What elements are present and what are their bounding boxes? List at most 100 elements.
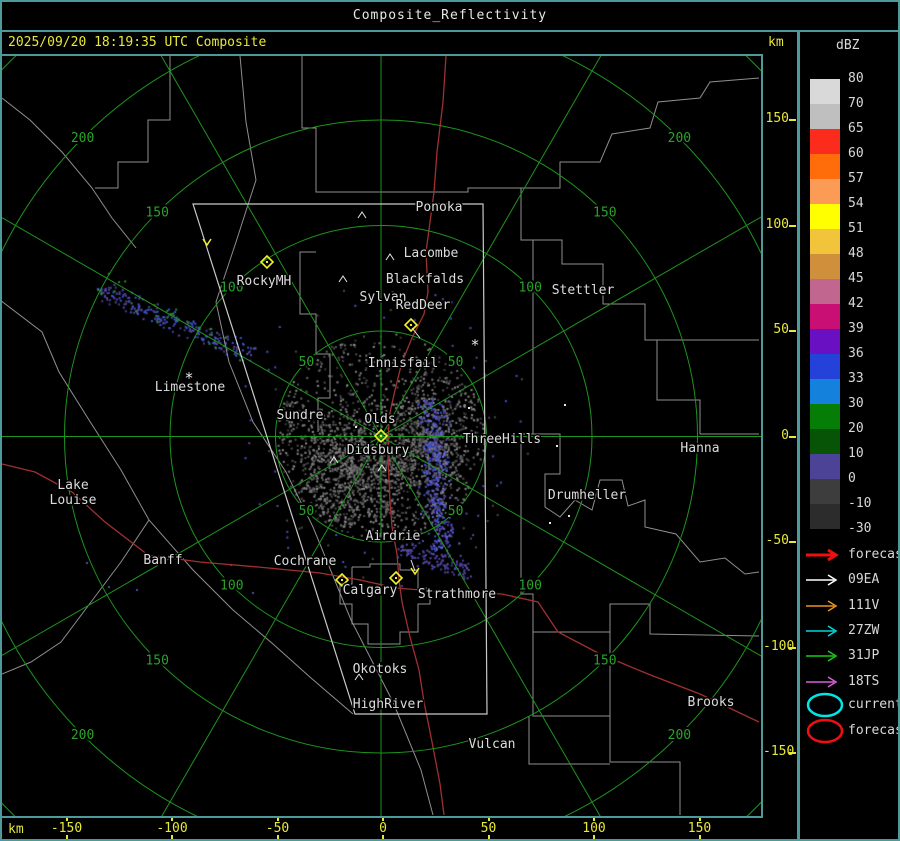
legend-panel: dBZ 80 70 65 60 57 54 51 48 45 42 39 36 33 30 20 10 0 -10… [800,32,898,839]
city-label: RedDeer [396,298,451,313]
right-axis-tick-label: 0 [781,427,789,443]
bottom-axis-tick-label: 50 [480,821,497,836]
radar-map[interactable]: 50 50 50 50 100 100 100 100 150 150 150 150 200 200 20… [2,54,763,818]
point-marker [355,426,357,428]
city-label: Okotoks [353,662,408,677]
asterisk-marker: * [470,336,479,354]
city-label: Brooks [688,695,735,710]
colorscale-block [810,304,840,329]
colorscale-value-label: 30 [848,396,864,411]
city-label: Vulcan [469,737,516,752]
31JP-vector-arrow-icon [806,650,838,662]
bottom-axis-tick [382,818,384,821]
city-label: Didsbury [347,443,410,458]
city-label: Drumheller [548,488,626,503]
city-label: RockyMH [237,274,292,289]
right-axis-tick [789,435,796,438]
vector-legend-label: 31JP [848,648,880,663]
colorscale-block [810,254,840,279]
colorscale-value-label: 57 [848,171,864,186]
city-label: Ponoka [416,200,463,215]
colorscale-block [810,204,840,229]
colorscale-block [810,104,840,129]
point-marker [564,404,566,406]
map-overlay-layer: 505050 50100100100 100150150150 15020020020… [2,56,761,816]
right-axis-tick [789,224,796,227]
bottom-axis-tick [171,835,173,839]
colorscale-block [810,79,840,104]
city-label: Innisfail [368,356,438,371]
colorscale-block [810,454,840,479]
colorscale-block [810,129,840,154]
svg-text:100: 100 [518,579,541,594]
window-title-bar: Composite_Reflectivity [2,2,898,32]
vector-legend-label: forecast [848,547,898,562]
colorscale-block [810,379,840,404]
caret-marker [338,275,348,283]
right-axis-tick-label: -100 [763,638,795,654]
colorscale-value-label: 39 [848,321,864,336]
colorscale-value-label: 36 [848,346,864,361]
bottom-axis-tick [487,818,490,821]
svg-text:50: 50 [448,504,464,519]
colorscale-value-label: 20 [848,421,864,436]
18TS-vector-arrow-icon [806,676,838,688]
bottom-axis: km -150 -100 -50 0 50 100 150 [2,818,797,839]
svg-text:200: 200 [71,728,94,743]
vector-legend-label: 18TS [848,674,880,689]
ellipse-legend-label: current [848,697,900,712]
city-label: Lacombe [404,246,459,261]
svg-text:200: 200 [668,131,691,146]
city-label: Banff [143,553,182,568]
colorscale-value-label: -10 [848,496,872,511]
svg-text:200: 200 [71,131,94,146]
bottom-axis-tick [171,818,173,821]
city-label: Calgary [343,583,398,598]
colorscale-value-label: 33 [848,371,864,386]
city-label: Olds [364,412,395,427]
bottom-axis-tick [382,835,384,839]
bottom-axis-tick [698,818,701,821]
city-label: Hanna [680,441,719,456]
colorscale-block [810,279,840,304]
27ZW-vector-arrow-icon [806,625,838,637]
right-axis-tick [789,119,796,121]
colorscale-block [810,354,840,379]
09EA-vector-arrow-icon [806,574,838,586]
right-axis-tick [789,646,796,649]
svg-text:150: 150 [145,206,168,221]
city-label: Louise [50,493,97,508]
svg-text:150: 150 [593,653,616,668]
colorscale-value-label: 54 [848,196,864,211]
colorscale-value-label: 42 [848,296,864,311]
colorscale-value-label: -30 [848,521,872,536]
colorscale-block [810,504,840,529]
bottom-axis-tick [487,835,490,839]
colorscale-value-label: 45 [848,271,864,286]
bottom-axis-tick [276,818,279,821]
colorscale-value-label: 65 [848,121,864,136]
bottom-axis-tick [276,835,279,839]
vector-legend-label: 111V [848,598,880,613]
city-label: ThreeHills [463,432,541,447]
bottom-axis-tick [593,835,595,839]
svg-text:100: 100 [220,579,243,594]
right-axis-tick [789,752,796,754]
forecast-ellipse-icon [806,718,844,744]
point-marker [549,522,551,524]
colorscale-block [810,154,840,179]
colorscale-block [810,179,840,204]
svg-text:100: 100 [518,280,541,295]
timestamp: 2025/09/20 18:19:35 UTC Composite [8,35,267,50]
colorscale-value-label: 10 [848,446,864,461]
right-axis-tick-label: 100 [765,216,789,232]
colorscale-value-label: 70 [848,96,864,111]
point-marker [568,515,570,517]
bottom-axis-tick-label: 100 [582,821,606,836]
ellipse-legend-label: forecast [848,723,898,738]
city-label: Blackfalds [386,272,464,287]
colorscale-block [810,329,840,354]
colorscale-value-label: 48 [848,246,864,261]
111V-vector-arrow-icon [806,600,838,612]
bottom-axis-tick-label: 150 [687,821,712,836]
